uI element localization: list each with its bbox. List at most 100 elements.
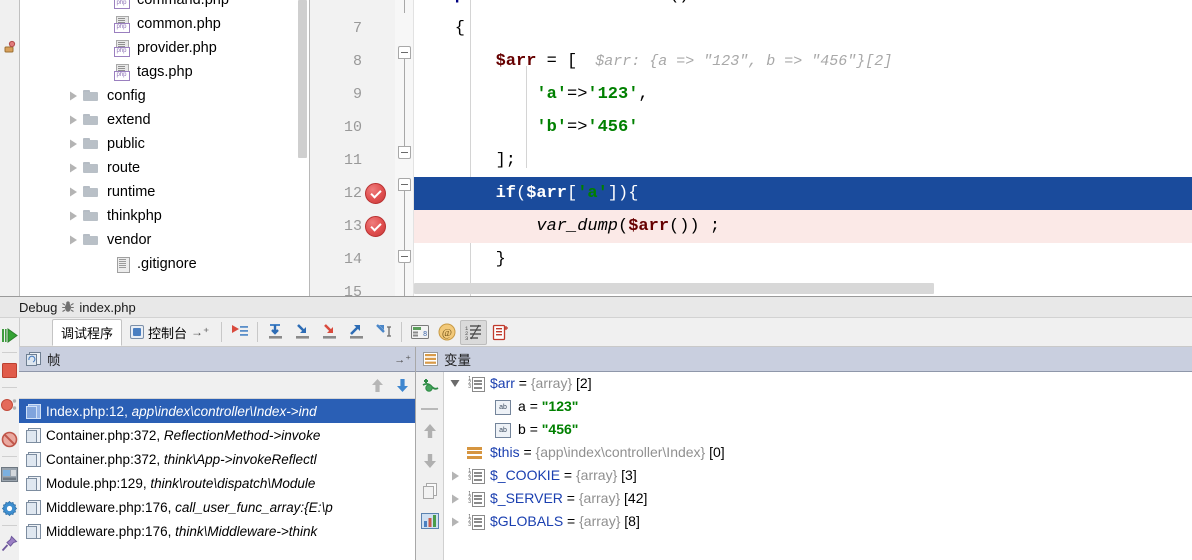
move-down-button[interactable] xyxy=(416,446,443,476)
code-line[interactable]: 'a'=>'123', xyxy=(414,78,1192,111)
tree-item-thinkphp[interactable]: thinkphp xyxy=(20,204,309,228)
code-line[interactable]: public function index() xyxy=(414,0,1192,12)
variable-equals-sign: = xyxy=(566,490,575,506)
frames-panel-overflow-icon[interactable]: →⁺ xyxy=(394,353,411,366)
chevron-right-icon[interactable] xyxy=(64,108,82,132)
frame-context: think\Middleware->think xyxy=(175,523,318,539)
tree-item-runtime[interactable]: runtime xyxy=(20,180,309,204)
tree-item-config[interactable]: config xyxy=(20,84,309,108)
tree-item-common-php[interactable]: php common.php xyxy=(20,12,309,36)
left-tool-window-strip[interactable]: Structure xyxy=(0,0,20,296)
frame-row[interactable]: Container.php:372, think\App->invokeRefl… xyxy=(19,447,415,471)
tree-item-command-php[interactable]: php command.php xyxy=(20,0,309,12)
chevron-right-icon[interactable] xyxy=(444,464,466,487)
frame-row[interactable]: Middleware.php:176, call_user_func_array… xyxy=(19,495,415,519)
at-sign-icon-button[interactable]: @ xyxy=(433,320,460,345)
tree-item-vendor[interactable]: vendor xyxy=(20,228,309,252)
tree-item-label: common.php xyxy=(137,16,221,32)
view-breakpoints-button[interactable] xyxy=(0,388,19,422)
variable-row[interactable]: ab a = "123" xyxy=(444,395,1192,418)
chevron-right-icon[interactable] xyxy=(444,487,466,510)
code-folding-strip[interactable] xyxy=(395,0,414,296)
step-out-button[interactable] xyxy=(343,320,370,345)
tree-item-label: route xyxy=(107,160,141,176)
code-line[interactable]: ]; xyxy=(414,144,1192,177)
chevron-right-icon[interactable] xyxy=(64,228,82,252)
force-step-into-button[interactable] xyxy=(316,320,343,345)
tree-item-tags-php[interactable]: php tags.php xyxy=(20,60,309,84)
frame-row[interactable]: Container.php:372, ReflectionMethod->inv… xyxy=(19,423,415,447)
scrollbar-thumb[interactable] xyxy=(298,0,307,158)
breakpoint-icon[interactable] xyxy=(365,183,386,204)
step-over-button[interactable] xyxy=(262,320,289,345)
tree-item-extend[interactable]: extend xyxy=(20,108,309,132)
arrow-down-icon[interactable] xyxy=(396,378,409,393)
svg-text:8: 8 xyxy=(423,331,427,339)
add-watch-button[interactable] xyxy=(416,372,443,402)
variable-name: $this xyxy=(490,444,520,460)
editor-gutter[interactable]: 6 7 8 9 10 11 12 13 14 15 xyxy=(310,0,395,296)
stop-button[interactable] xyxy=(0,353,19,387)
arrow-up-icon[interactable] xyxy=(371,378,384,393)
evaluate-expression-button[interactable]: 8 xyxy=(406,320,433,345)
code-line[interactable]: if($arr['a']){ xyxy=(414,177,1192,210)
code-line[interactable]: var_dump($arr()) ; xyxy=(414,210,1192,243)
tab-overflow-icon[interactable]: →⁺ xyxy=(191,325,209,339)
variable-row[interactable]: 1 2 3 $arr = {array} [2] xyxy=(444,372,1192,395)
project-tree-panel[interactable]: php command.php php common.php php provider.p… xyxy=(20,0,310,296)
gear-icon-button[interactable] xyxy=(0,491,19,525)
toggle-inline-values-button[interactable]: 1 2 3 xyxy=(460,319,488,345)
variable-row[interactable]: 1 2 3 $GLOBALS = {array} [8] xyxy=(444,510,1192,533)
pin-icon-button[interactable] xyxy=(0,526,19,560)
chevron-right-icon[interactable] xyxy=(64,180,82,204)
show-chart-button[interactable] xyxy=(416,506,443,536)
show-execution-point-button[interactable] xyxy=(226,320,253,345)
chevron-down-icon[interactable] xyxy=(444,372,466,395)
tree-item-provider-php[interactable]: php provider.php xyxy=(20,36,309,60)
project-tree-scrollbar[interactable] xyxy=(298,0,307,296)
chevron-right-icon[interactable] xyxy=(64,132,82,156)
fold-marker-close[interactable] xyxy=(398,146,411,159)
step-into-button[interactable] xyxy=(289,320,316,345)
run-to-cursor-button[interactable] xyxy=(370,320,397,345)
code-line[interactable]: 'b'=>'456' xyxy=(414,111,1192,144)
tab-debugger[interactable]: 调试程序 xyxy=(52,318,123,346)
breakpoint-icon[interactable] xyxy=(365,216,386,237)
copy-value-button[interactable] xyxy=(416,476,443,506)
fold-line xyxy=(404,59,405,152)
fold-marker-close[interactable] xyxy=(398,250,411,263)
fold-marker-open[interactable] xyxy=(398,178,411,191)
variables-tree[interactable]: 1 2 3 $arr = {array} [2] ab a = "123" ab b = "4… xyxy=(444,372,1192,560)
variable-row[interactable]: 1 2 3 $_COOKIE = {array} [3] xyxy=(444,464,1192,487)
code-line[interactable]: } xyxy=(414,243,1192,276)
tree-item-public[interactable]: public xyxy=(20,132,309,156)
editor-horizontal-scrollbar[interactable] xyxy=(414,283,934,294)
variable-equals-sign: = xyxy=(523,444,532,460)
copy-stack-button[interactable] xyxy=(487,320,514,345)
code-text-area[interactable]: public function index(){$arr = [ $arr: {… xyxy=(414,0,1192,296)
chevron-right-icon[interactable] xyxy=(64,204,82,228)
code-line[interactable]: { xyxy=(414,12,1192,45)
tab-console[interactable]: 控制台 →⁺ xyxy=(122,319,217,346)
frame-row[interactable]: Middleware.php:176, think\Middleware->th… xyxy=(19,519,415,543)
mute-breakpoints-button[interactable] xyxy=(0,422,19,456)
restore-layout-button[interactable] xyxy=(0,457,19,491)
frame-row[interactable]: Index.php:12, app\index\controller\Index… xyxy=(19,399,415,423)
remove-watch-button[interactable] xyxy=(421,408,438,410)
fold-marker-open[interactable] xyxy=(398,46,411,59)
tree-item-gitignore[interactable]: .gitignore xyxy=(20,252,309,276)
variable-row[interactable]: $this = {app\index\controller\Index} [0] xyxy=(444,441,1192,464)
variable-row[interactable]: ab b = "456" xyxy=(444,418,1192,441)
code-editor[interactable]: 6 7 8 9 10 11 12 13 14 15 public function index()… xyxy=(310,0,1192,296)
chevron-right-icon[interactable] xyxy=(444,510,466,533)
chevron-right-icon[interactable] xyxy=(64,156,82,180)
tree-item-route[interactable]: route xyxy=(20,156,309,180)
resume-program-button[interactable] xyxy=(0,318,19,352)
thread-selector-bar[interactable] xyxy=(19,372,415,399)
code-line[interactable]: $arr = [ $arr: {a => "123", b => "456"}[… xyxy=(414,45,1192,78)
move-up-button[interactable] xyxy=(416,416,443,446)
variable-row[interactable]: 1 2 3 $_SERVER = {array} [42] xyxy=(444,487,1192,510)
chevron-right-icon[interactable] xyxy=(64,84,82,108)
frame-row[interactable]: Module.php:129, think\route\dispatch\Mod… xyxy=(19,471,415,495)
debug-side-actions xyxy=(0,318,20,560)
